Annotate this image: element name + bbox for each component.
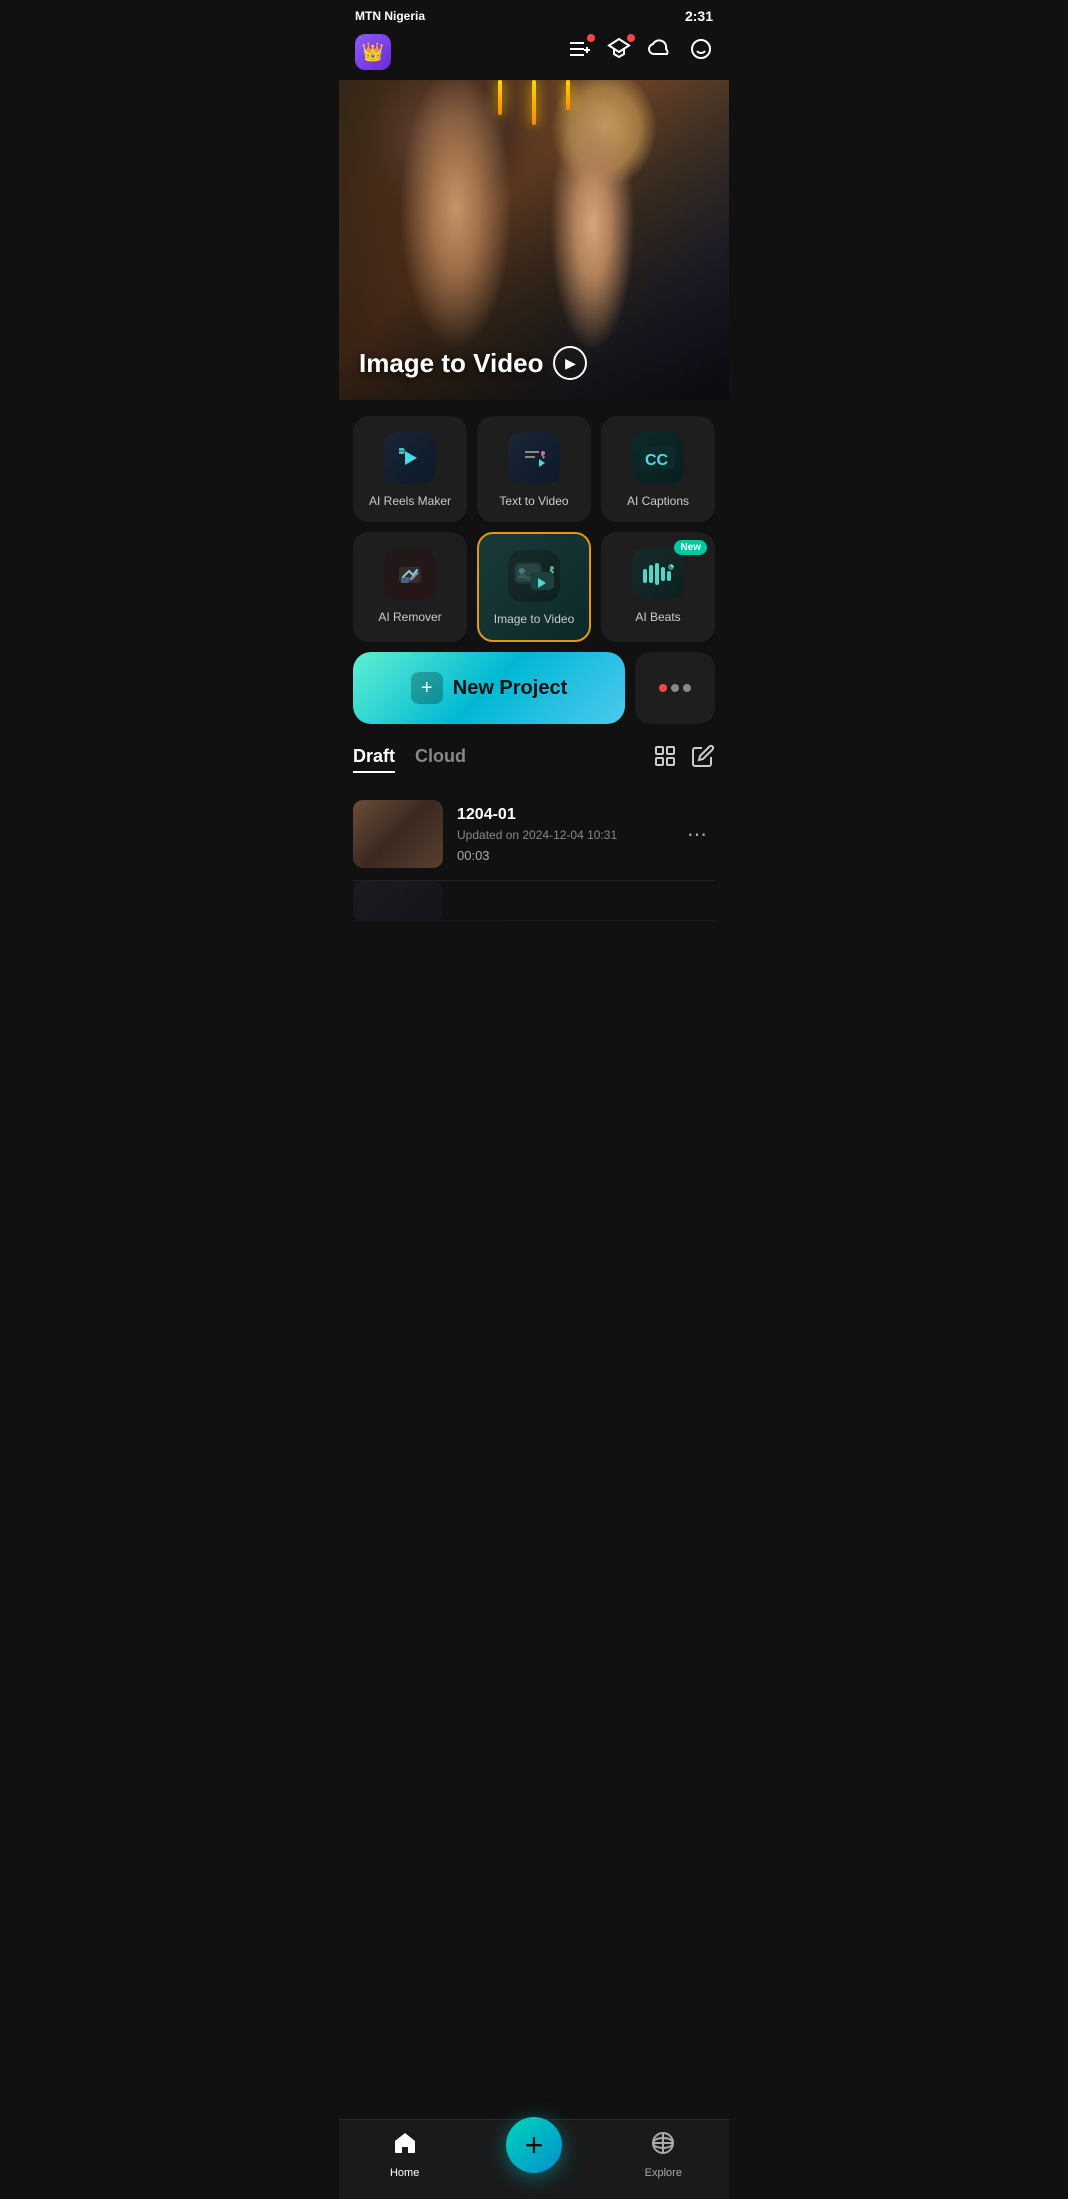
explore-icon [650,2130,676,2163]
tool-image-to-video[interactable]: Image to Video [477,532,591,642]
tools-grid: AI Reels Maker Text to Video CC [353,416,715,642]
tool-ai-beats[interactable]: New AI Beats [601,532,715,642]
edit-icon[interactable] [691,744,715,774]
plus-box-icon: + [411,672,443,704]
tab-group: Draft Cloud [353,746,466,773]
new-project-label: New Project [453,677,567,700]
dot-3 [683,684,691,692]
tools-grid-section: AI Reels Maker Text to Video CC [339,400,729,642]
status-bar: MTN Nigeria 2:31 [339,0,729,28]
project-item-2[interactable] [353,881,715,921]
svg-text:CC: CC [645,452,669,469]
fab-plus-icon: + [525,2129,544,2161]
app-logo[interactable]: 👑 [355,34,391,70]
remover-label: AI Remover [378,610,441,624]
tab-cloud[interactable]: Cloud [415,746,466,773]
plus-icon: + [421,677,433,700]
beats-label: AI Beats [635,610,680,624]
home-label: Home [390,2167,419,2179]
list-add-icon[interactable] [567,37,591,67]
tab-draft[interactable]: Draft [353,746,395,773]
crown-icon: 👑 [362,42,384,63]
hero-banner[interactable]: Image to Video ▶ [339,80,729,400]
reels-icon [384,432,436,484]
img-video-icon [508,550,560,602]
project-name: 1204-01 [457,806,665,824]
text-video-icon [508,432,560,484]
draft-tabs-header: Draft Cloud [353,744,715,774]
draft-actions [653,744,715,774]
tool-ai-reels[interactable]: AI Reels Maker [353,416,467,522]
graduation-icon[interactable] [607,37,631,67]
project-duration: 00:03 [457,848,665,863]
fab-create-button[interactable]: + [506,2117,562,2173]
dot-1 [659,684,667,692]
hero-title: Image to Video [359,348,543,379]
hero-play-button[interactable]: ▶ [553,346,587,380]
project-date: Updated on 2024-12-04 10:31 [457,828,665,842]
more-dots-group [659,684,691,692]
grad-badge [627,34,635,42]
new-project-button[interactable]: + New Project [353,652,625,724]
tool-ai-remover[interactable]: AI Remover [353,532,467,642]
bottom-navigation: Home + Explore [339,2119,729,2199]
captions-icon: CC [632,432,684,484]
nav-explore[interactable]: Explore [633,2130,693,2179]
project-menu-button[interactable]: ⋯ [679,814,715,855]
action-row: + New Project [339,642,729,724]
tool-ai-captions[interactable]: CC AI Captions [601,416,715,522]
draft-section: Draft Cloud [339,724,729,921]
tool-text-video[interactable]: Text to Video [477,416,591,522]
face-icon[interactable] [689,37,713,67]
project-thumbnail-2 [353,881,443,921]
text-video-label: Text to Video [499,494,568,508]
play-icon: ▶ [565,355,576,372]
img-video-label: Image to Video [494,612,575,626]
project-thumbnail [353,800,443,868]
carrier-text: MTN Nigeria [355,9,425,23]
project-info: 1204-01 Updated on 2024-12-04 10:31 00:0… [457,806,665,863]
dot-2 [671,684,679,692]
more-options-card[interactable] [635,652,715,724]
time-display: 2:31 [685,8,713,24]
grid-view-icon[interactable] [653,744,677,774]
beats-icon [632,548,684,600]
explore-label: Explore [645,2167,682,2179]
cloud-icon[interactable] [647,37,673,67]
project-item[interactable]: 1204-01 Updated on 2024-12-04 10:31 00:0… [353,788,715,881]
remover-icon [384,548,436,600]
list-badge [587,34,595,42]
hero-label-group: Image to Video ▶ [359,346,587,380]
top-navigation: 👑 [339,28,729,80]
captions-label: AI Captions [627,494,689,508]
reels-label: AI Reels Maker [369,494,451,508]
new-badge: New [674,540,707,555]
nav-icons-group [567,37,713,67]
thumb-image [353,800,443,868]
home-icon [392,2130,418,2163]
nav-home[interactable]: Home [375,2130,435,2179]
